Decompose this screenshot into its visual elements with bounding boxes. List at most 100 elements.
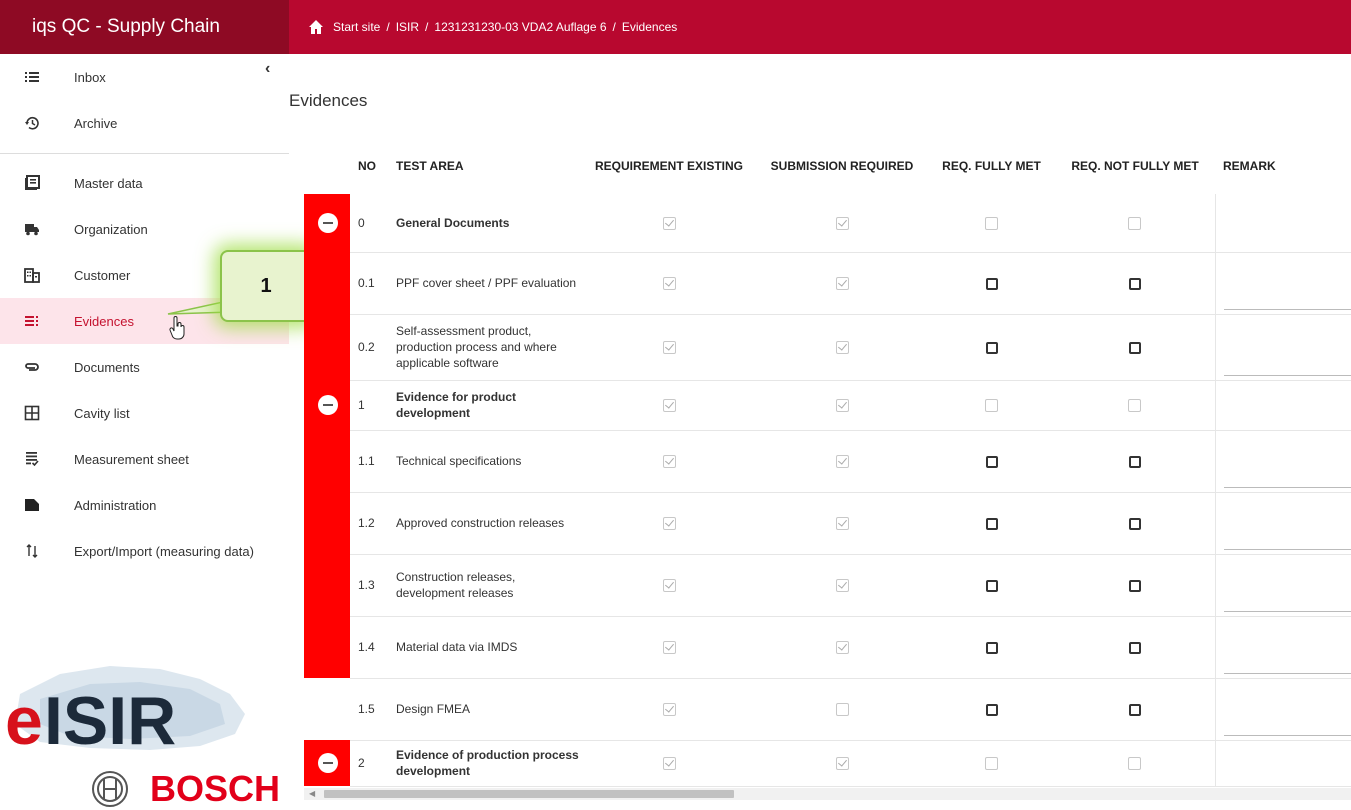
horizontal-scrollbar[interactable]: ◀ — [304, 788, 1351, 800]
req-not-fully-met-cell — [1055, 492, 1215, 554]
req-fully-met-cell — [928, 430, 1055, 492]
svg-text:e: e — [5, 683, 43, 754]
req-fully-met-checkbox[interactable] — [986, 580, 998, 592]
remark-cell[interactable] — [1215, 554, 1351, 616]
remark-input[interactable] — [1224, 309, 1351, 310]
table-group-row: 0General Documents — [304, 194, 1351, 252]
req-fully-met-checkbox[interactable] — [986, 642, 998, 654]
requirement-existing-checkbox — [663, 399, 676, 412]
req-fully-met-checkbox[interactable] — [986, 704, 998, 716]
req-not-fully-met-cell — [1055, 678, 1215, 740]
breadcrumb-isir[interactable]: ISIR — [396, 20, 419, 34]
row-control-cell — [304, 252, 350, 314]
table-row: 0.1PPF cover sheet / PPF evaluation — [304, 252, 1351, 314]
breadcrumb-isir-record[interactable]: 1231231230-03 VDA2 Auflage 6 — [434, 20, 606, 34]
svg-text:ISIR: ISIR — [44, 683, 176, 754]
collapse-group-icon[interactable] — [318, 213, 338, 233]
req-not-fully-met-checkbox[interactable] — [1129, 518, 1141, 530]
scrollbar-thumb[interactable] — [324, 790, 734, 798]
column-header-submission-required[interactable]: SUBMISSION REQUIRED — [756, 138, 928, 194]
table-row: 1.3Construction releases, development re… — [304, 554, 1351, 616]
requirement-existing-checkbox — [663, 217, 676, 230]
collapse-group-icon[interactable] — [318, 395, 338, 415]
sidebar-item-label: Archive — [74, 116, 117, 131]
scroll-left-icon[interactable]: ◀ — [309, 788, 315, 800]
sidebar-item-administration[interactable]: Administration — [0, 482, 289, 528]
req-not-fully-met-cell — [1055, 380, 1215, 430]
cell-no: 1.4 — [350, 616, 388, 678]
remark-cell[interactable] — [1215, 314, 1351, 380]
sidebar-item-documents[interactable]: Documents — [0, 344, 289, 390]
remark-input[interactable] — [1224, 611, 1351, 612]
app-header: iqs QC - Supply Chain Start site / ISIR … — [0, 0, 1351, 54]
row-control-cell — [304, 554, 350, 616]
req-not-fully-met-checkbox[interactable] — [1129, 580, 1141, 592]
row-status-strip — [304, 616, 350, 678]
req-fully-met-checkbox[interactable] — [986, 456, 998, 468]
table-row: 1.1Technical specifications — [304, 430, 1351, 492]
remark-input[interactable] — [1224, 375, 1351, 376]
sidebar-item-label: Export/Import (measuring data) — [74, 544, 254, 559]
req-not-fully-met-checkbox[interactable] — [1129, 278, 1141, 290]
req-not-fully-met-checkbox[interactable] — [1129, 342, 1141, 354]
req-not-fully-met-checkbox[interactable] — [1129, 704, 1141, 716]
remark-cell[interactable] — [1215, 616, 1351, 678]
req-not-fully-met-checkbox[interactable] — [1129, 456, 1141, 468]
row-control-cell — [304, 678, 350, 740]
column-header-req-not-fully-met[interactable]: REQ. NOT FULLY MET — [1055, 138, 1215, 194]
sidebar-item-measurement-sheet[interactable]: Measurement sheet — [0, 436, 289, 482]
remark-input[interactable] — [1224, 735, 1351, 736]
req-fully-met-cell — [928, 740, 1055, 786]
remark-cell[interactable] — [1215, 492, 1351, 554]
sidebar-item-master-data[interactable]: Master data — [0, 160, 289, 206]
remark-cell[interactable] — [1215, 678, 1351, 740]
remark-input[interactable] — [1224, 487, 1351, 488]
requirement-existing-cell — [582, 430, 756, 492]
column-header-req-fully-met[interactable]: REQ. FULLY MET — [928, 138, 1055, 194]
req-fully-met-checkbox[interactable] — [986, 342, 998, 354]
submission-required-cell — [756, 740, 928, 786]
import-export-icon — [0, 543, 74, 559]
breadcrumb: Start site / ISIR / 1231231230-03 VDA2 A… — [289, 0, 1351, 54]
req-not-fully-met-cell — [1055, 554, 1215, 616]
req-fully-met-cell — [928, 380, 1055, 430]
req-not-fully-met-checkbox[interactable] — [1129, 642, 1141, 654]
req-fully-met-checkbox[interactable] — [986, 278, 998, 290]
sidebar-item-archive[interactable]: Archive — [0, 100, 289, 146]
history-icon — [0, 115, 74, 131]
collapse-group-icon[interactable] — [318, 753, 338, 773]
sidebar-item-label: Customer — [74, 268, 130, 283]
breadcrumb-separator: / — [613, 20, 616, 34]
cell-no: 1.3 — [350, 554, 388, 616]
column-header-test-area[interactable]: TEST AREA — [388, 138, 582, 194]
column-header-remark[interactable]: REMARK — [1215, 138, 1351, 194]
sidebar-item-label: Evidences — [74, 314, 134, 329]
remark-cell[interactable] — [1215, 430, 1351, 492]
cell-test-area: PPF cover sheet / PPF evaluation — [388, 252, 582, 314]
cell-test-area: Technical specifications — [388, 430, 582, 492]
req-not-fully-met-cell — [1055, 740, 1215, 786]
sidebar-item-export-import[interactable]: Export/Import (measuring data) — [0, 528, 289, 574]
breadcrumb-start-site[interactable]: Start site — [333, 20, 380, 34]
requirement-existing-checkbox — [663, 641, 676, 654]
remark-input[interactable] — [1224, 673, 1351, 674]
row-control-cell — [304, 430, 350, 492]
remark-input[interactable] — [1224, 549, 1351, 550]
checklist-icon — [0, 313, 74, 329]
table-group-row: 1Evidence for product development — [304, 380, 1351, 430]
cell-test-area: Design FMEA — [388, 678, 582, 740]
sidebar-item-inbox[interactable]: Inbox — [0, 54, 289, 100]
req-fully-met-checkbox[interactable] — [986, 518, 998, 530]
column-header-requirement-existing[interactable]: REQUIREMENT EXISTING — [582, 138, 756, 194]
list-icon — [0, 69, 74, 85]
sidebar-item-cavity-list[interactable]: Cavity list — [0, 390, 289, 436]
column-header-no[interactable]: NO — [350, 138, 388, 194]
remark-cell[interactable] — [1215, 252, 1351, 314]
sidebar-item-label: Master data — [74, 176, 143, 191]
sidebar-item-organization[interactable]: Organization — [0, 206, 289, 252]
app-title: iqs QC - Supply Chain — [0, 0, 289, 54]
cell-no: 2 — [350, 740, 388, 786]
requirement-existing-checkbox — [663, 579, 676, 592]
home-icon[interactable] — [308, 19, 324, 35]
req-not-fully-met-cell — [1055, 430, 1215, 492]
